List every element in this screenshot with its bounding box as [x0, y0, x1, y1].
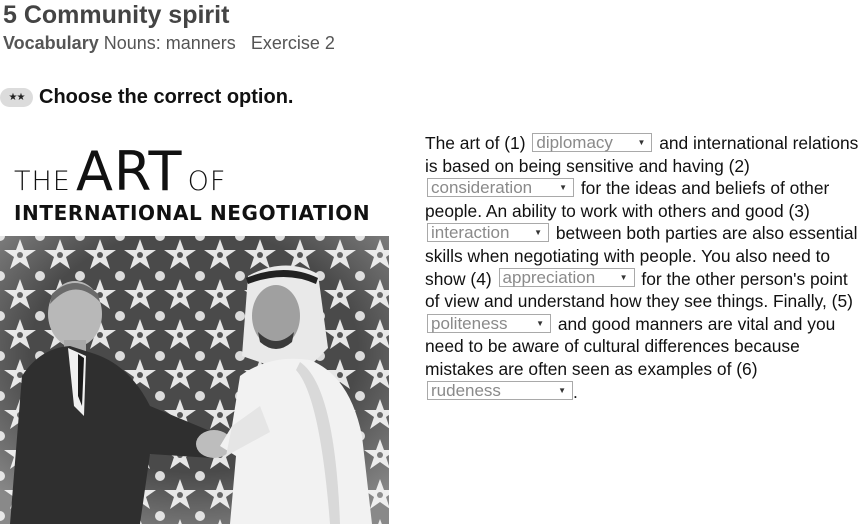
gap-6-selected-value: rudeness: [431, 381, 501, 401]
gap-5-dropdown[interactable]: politeness ▼: [427, 313, 551, 333]
gap-5-selected-value: politeness: [431, 313, 508, 333]
instruction: ★★ Choose the correct option.: [0, 85, 293, 109]
gap-1-dropdown[interactable]: diplomacy ▼: [532, 132, 653, 152]
unit-title: 5 Community spirit: [3, 1, 230, 29]
gap-3-selected-value: interaction: [431, 223, 510, 243]
gap-1-selected-value: diplomacy: [536, 132, 613, 152]
gap-2-selected-value: consideration: [431, 178, 533, 198]
gap-6-dropdown[interactable]: rudeness ▼: [427, 381, 573, 401]
exercise-label: Exercise 2: [250, 33, 335, 53]
gap-4-selected-value: appreciation: [502, 268, 596, 288]
passage-text: The art of (1): [425, 133, 526, 153]
dropdown-arrow-icon: ▼: [536, 318, 544, 328]
gap-fill-passage: The art of (1) diplomacy ▼ and internati…: [425, 132, 863, 403]
instruction-text: Choose the correct option.: [39, 85, 294, 108]
section-label: Vocabulary: [3, 33, 99, 53]
illustration-subtitle: INTERNATIONAL NEGOTIATION: [14, 201, 371, 225]
gap-4-dropdown[interactable]: appreciation ▼: [498, 268, 635, 288]
dropdown-arrow-icon: ▼: [558, 386, 566, 396]
handshake-photo: [0, 236, 389, 524]
exercise-subtitle: Vocabulary Nouns: manners Exercise 2: [3, 33, 335, 54]
illustration: THE ART OF INTERNATIONAL NEGOTIATION: [0, 128, 389, 524]
illustration-title: THE ART OF: [14, 140, 227, 203]
topic-label: Nouns: manners: [103, 33, 236, 53]
difficulty-stars-badge: ★★: [0, 87, 33, 107]
passage-text: .: [573, 381, 578, 402]
dropdown-arrow-icon: ▼: [619, 273, 628, 283]
gap-3-dropdown[interactable]: interaction ▼: [427, 223, 549, 243]
dropdown-arrow-icon: ▼: [559, 183, 567, 193]
dropdown-arrow-icon: ▼: [534, 228, 542, 238]
dropdown-arrow-icon: ▼: [637, 137, 646, 147]
gap-2-dropdown[interactable]: consideration ▼: [427, 178, 574, 198]
